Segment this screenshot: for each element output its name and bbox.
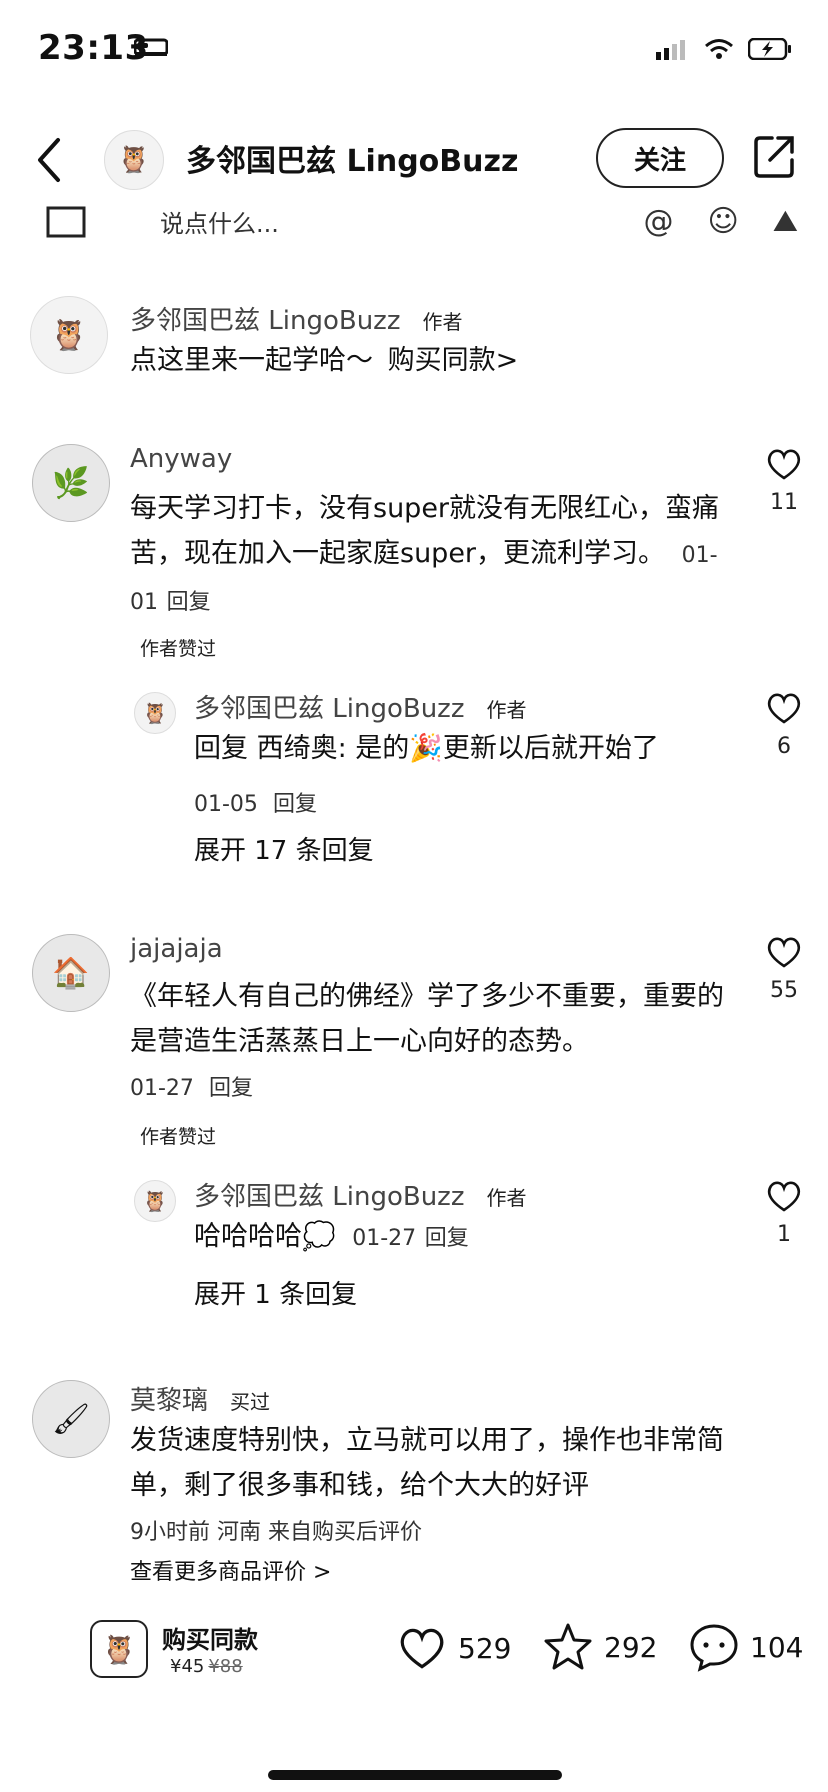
original-price: ¥88 bbox=[208, 1656, 243, 1677]
comment-meta: 9小时前 河南 来自购买后评价 bbox=[130, 1520, 422, 1545]
reply-button[interactable]: 回复 bbox=[167, 590, 211, 615]
bottom-action-bar: 🦉 购买同款 ¥45 ¥88 529 292 104 bbox=[0, 1620, 828, 1710]
follow-button[interactable]: 关注 bbox=[596, 128, 724, 188]
input-box-icon bbox=[46, 206, 86, 238]
expand-replies-button[interactable]: 展开 1 条回复 bbox=[194, 1274, 357, 1311]
current-price: ¥45 bbox=[170, 1656, 205, 1677]
author-avatar[interactable]: 🦉 bbox=[104, 130, 164, 190]
comment-text: 《年轻人有自己的佛经》学了多少不重要，重要的是营造生活蒸蒸日上一心向好的态势。 bbox=[130, 981, 724, 1057]
more-product-reviews-link[interactable]: 查看更多商品评价 > bbox=[130, 1554, 331, 1586]
wifi-icon bbox=[705, 39, 733, 59]
reply-text: 哈哈哈哈💭 01-27 回复 bbox=[194, 1221, 469, 1252]
commenter-name[interactable]: jajajaja bbox=[130, 934, 223, 964]
comment-text: 发货速度特别快，立马就可以用了，操作也非常简单，剩了很多事和钱，给个大大的好评 bbox=[130, 1425, 724, 1501]
heart-icon bbox=[767, 693, 801, 724]
comment-like[interactable]: 11 bbox=[758, 446, 810, 515]
like-count: 6 bbox=[777, 734, 791, 759]
reply-button[interactable]: 回复 bbox=[273, 792, 317, 817]
comment-count: 104 bbox=[750, 1630, 804, 1664]
reply-text: 回复 西绮奥: 是的🎉更新以后就开始了 bbox=[194, 733, 659, 764]
author-tag: 作者 bbox=[422, 310, 463, 334]
reply-like[interactable]: 6 bbox=[758, 690, 810, 759]
heart-icon bbox=[400, 1628, 444, 1669]
like-post-button[interactable]: 529 bbox=[396, 1624, 511, 1672]
compose-tools: @ ☺ ⛰ bbox=[644, 204, 798, 239]
like-count: 11 bbox=[770, 490, 798, 515]
back-arrow-icon[interactable] bbox=[30, 132, 70, 188]
product-thumbnail-icon[interactable]: 🦉 bbox=[90, 1620, 148, 1678]
heart-icon bbox=[767, 449, 801, 480]
author-tag: 作者 bbox=[486, 698, 527, 722]
favorite-button[interactable]: 292 bbox=[542, 1622, 657, 1672]
commenter-name: 莫黎璃 买过 bbox=[130, 1380, 270, 1417]
price: ¥45 ¥88 bbox=[170, 1656, 243, 1677]
author-name[interactable]: 多邻国巴兹 LingoBuzz bbox=[186, 136, 518, 180]
purchased-tag: 买过 bbox=[230, 1390, 271, 1414]
signal-icon bbox=[656, 40, 685, 60]
commenter-avatar[interactable]: 🖌 bbox=[32, 1380, 110, 1458]
author-liked-badge: 作者赞过 bbox=[140, 1126, 217, 1148]
heart-icon bbox=[767, 937, 801, 968]
reply-date: 01-27 bbox=[352, 1226, 417, 1251]
commenter-avatar[interactable]: 🌿 bbox=[32, 444, 110, 522]
comment-text: 每天学习打卡，没有super就没有无限红心，蛮痛苦，现在加入一起家庭super，… bbox=[130, 493, 720, 615]
reply-author-name: 多邻国巴兹 LingoBuzz 作者 bbox=[194, 1182, 527, 1212]
status-time: 23:13 bbox=[38, 28, 149, 68]
buy-same-link[interactable]: 购买同款> bbox=[388, 345, 519, 376]
expand-replies-button[interactable]: 展开 17 条回复 bbox=[194, 830, 374, 867]
author-note-avatar[interactable]: 🦉 bbox=[30, 296, 108, 374]
comment-meta: 01-27 回复 bbox=[130, 1070, 253, 1102]
reply-avatar[interactable]: 🦉 bbox=[134, 692, 176, 734]
author-liked-badge: 作者赞过 bbox=[140, 638, 217, 660]
like-count: 55 bbox=[770, 978, 798, 1003]
reply-meta: 01-05 回复 bbox=[194, 786, 317, 818]
reply-date: 01-05 bbox=[194, 792, 258, 817]
image-icon[interactable]: ⛰ bbox=[773, 204, 798, 239]
battery-charging-icon bbox=[748, 38, 791, 60]
status-indicators bbox=[656, 38, 792, 60]
commenter-avatar[interactable]: 🏠 bbox=[32, 934, 110, 1012]
comment-button[interactable]: 104 bbox=[688, 1622, 803, 1672]
mention-icon[interactable]: @ bbox=[644, 204, 674, 239]
reply-button[interactable]: 回复 bbox=[209, 1076, 253, 1101]
sleep-focus-icon bbox=[134, 38, 168, 56]
comment-compose-bar[interactable]: 说点什么... @ ☺ ⛰ bbox=[0, 204, 828, 244]
like-count: 1 bbox=[777, 1222, 791, 1247]
reply-like[interactable]: 1 bbox=[758, 1178, 810, 1247]
emoji-icon[interactable]: ☺ bbox=[708, 204, 739, 239]
home-indicator[interactable] bbox=[268, 1770, 562, 1780]
comment-input[interactable]: 说点什么... bbox=[160, 204, 279, 239]
heart-icon bbox=[767, 1181, 801, 1212]
like-count: 529 bbox=[458, 1631, 512, 1665]
commenter-name-text[interactable]: 莫黎璃 bbox=[130, 1386, 208, 1416]
comment-bubble-icon bbox=[690, 1624, 738, 1672]
header-bar: 🦉 多邻国巴兹 LingoBuzz 关注 bbox=[0, 120, 828, 200]
reply-author-name: 多邻国巴兹 LingoBuzz 作者 bbox=[194, 694, 527, 724]
author-tag: 作者 bbox=[486, 1186, 527, 1210]
favorite-count: 292 bbox=[604, 1630, 658, 1664]
author-note-text: 点这里来一起学哈～ 购买同款> bbox=[130, 345, 519, 376]
comment-like[interactable]: 55 bbox=[758, 934, 810, 1003]
commenter-name[interactable]: Anyway bbox=[130, 444, 232, 474]
author-note-name: 多邻国巴兹 LingoBuzz 作者 bbox=[130, 306, 463, 336]
reply-button[interactable]: 回复 bbox=[425, 1226, 469, 1251]
buy-same-button[interactable]: 购买同款 bbox=[162, 1620, 258, 1655]
share-icon[interactable] bbox=[752, 132, 796, 182]
reply-avatar[interactable]: 🦉 bbox=[134, 1180, 176, 1222]
comment-date: 01-27 bbox=[130, 1076, 194, 1101]
star-icon bbox=[544, 1623, 592, 1670]
